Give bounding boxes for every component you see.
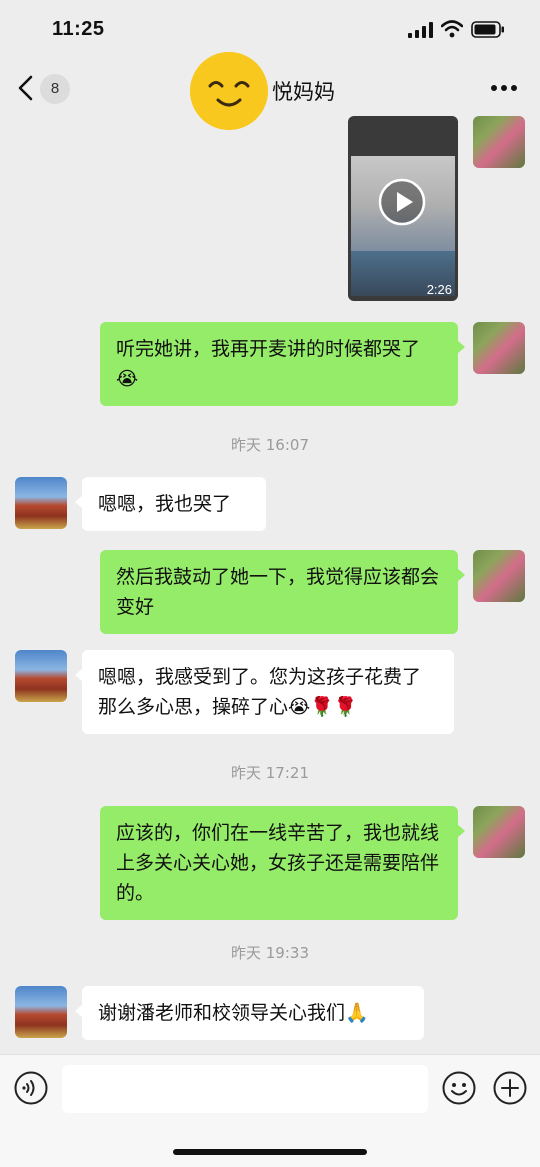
my-avatar[interactable] [473,550,525,602]
chat-header: 8 悦妈妈 [0,52,540,130]
message-bubble-received[interactable]: 谢谢潘老师和校领导关心我们🙏 [75,986,424,1040]
plus-icon[interactable] [493,1071,527,1105]
play-icon[interactable] [378,178,426,226]
contact-avatar[interactable] [15,986,67,1038]
message-text: 谢谢潘老师和校领导关心我们🙏 [98,1002,369,1024]
emoji-icon[interactable] [442,1071,476,1105]
unread-count-badge[interactable]: 8 [40,74,70,104]
home-indicator [173,1149,367,1155]
message-text: 然后我鼓动了她一下，我觉得应该都会变好 [116,566,440,618]
chat-title: 悦妈妈 [272,80,335,104]
status-bar: 11:25 [0,0,540,60]
battery-icon [471,21,504,38]
more-dots-icon[interactable] [490,84,518,92]
message-input[interactable] [62,1065,428,1113]
message-text: 听完她讲，我再开麦讲的时候都哭了😭 [116,338,421,390]
my-avatar[interactable] [473,116,525,168]
message-text: 嗯嗯，我也哭了 [98,493,232,515]
wifi-icon [441,20,463,38]
video-message[interactable]: 2:26 [348,116,458,301]
message-list[interactable]: 2:26 听完她讲，我再开麦讲的时候都哭了😭 昨天 16:07 嗯嗯，我也哭了 … [0,116,540,1054]
message-bubble-received[interactable]: 嗯嗯，我也哭了 [75,477,266,531]
message-bubble-sent[interactable]: 然后我鼓动了她一下，我觉得应该都会变好 [100,550,465,634]
my-avatar[interactable] [473,806,525,858]
contact-avatar[interactable] [15,650,67,702]
message-timestamp: 昨天 16:07 [231,436,309,454]
signal-icon [408,22,433,38]
message-bubble-sent[interactable]: 应该的，你们在一线辛苦了，我也就线上多关心关心她，女孩子还是需要陪伴的。 [100,806,465,920]
message-timestamp: 昨天 17:21 [231,764,309,782]
input-bar [0,1054,540,1167]
message-bubble-received[interactable]: 嗯嗯，我感受到了。您为这孩子花费了那么多心思，操碎了心😭🌹🌹 [75,650,454,734]
message-timestamp: 昨天 19:33 [231,944,309,962]
video-duration: 2:26 [426,282,452,297]
contact-avatar[interactable] [15,477,67,529]
message-bubble-sent[interactable]: 听完她讲，我再开麦讲的时候都哭了😭 [100,322,465,406]
message-text: 嗯嗯，我感受到了。您为这孩子花费了那么多心思，操碎了心😭🌹🌹 [98,666,422,718]
my-avatar[interactable] [473,322,525,374]
message-text: 应该的，你们在一线辛苦了，我也就线上多关心关心她，女孩子还是需要陪伴的。 [116,822,440,904]
chevron-left-icon[interactable] [16,75,36,101]
voice-icon[interactable] [14,1071,48,1105]
status-time: 11:25 [52,18,105,40]
